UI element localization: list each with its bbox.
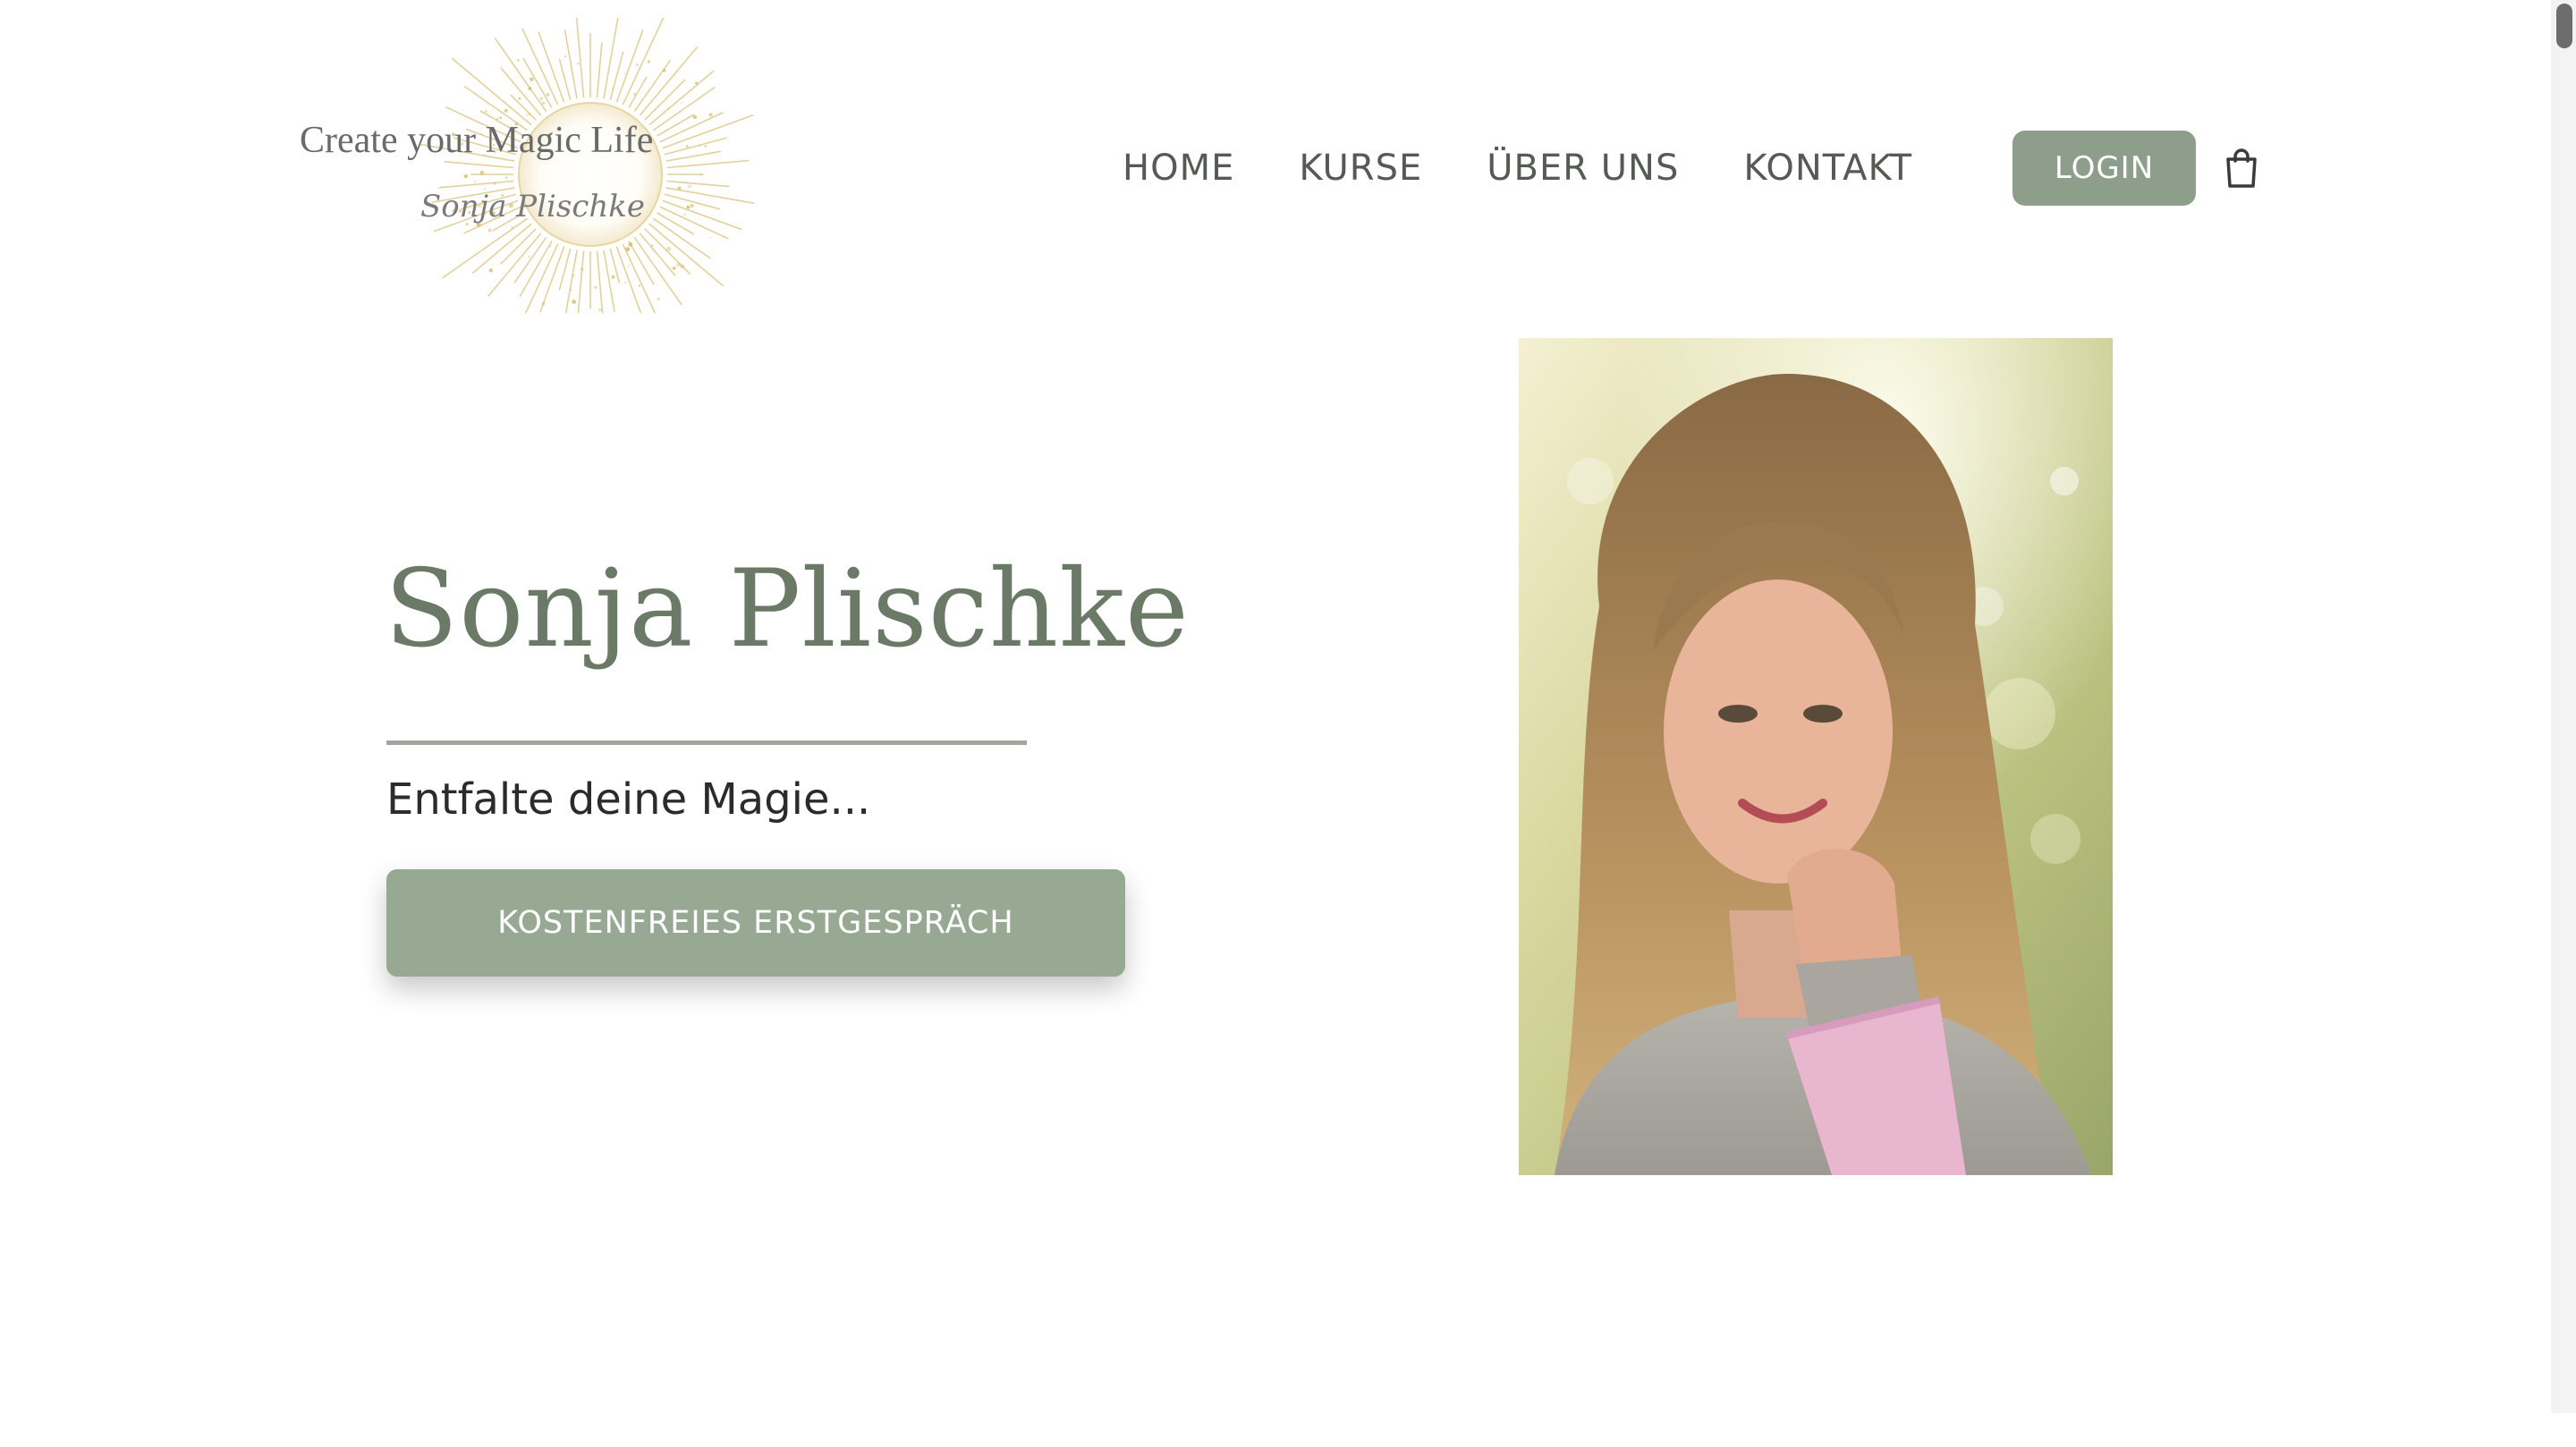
hero-divider	[386, 740, 1027, 745]
hero-title: Sonja Plischke	[385, 547, 1190, 672]
hero-tagline: Entfalte deine Magie...	[386, 774, 871, 825]
site-logo[interactable]: Create your Magic Life Sonja Plischke	[295, 18, 769, 313]
logo-title: Create your Magic Life	[300, 120, 653, 161]
nav-item-kontakt[interactable]: KONTAKT	[1743, 148, 1912, 189]
nav-item-kurse[interactable]: KURSE	[1299, 148, 1422, 189]
sun-burst-logo-icon: Create your Magic Life Sonja Plischke	[300, 18, 755, 313]
nav-item-ueber-uns[interactable]: ÜBER UNS	[1487, 148, 1679, 189]
page-scrollbar[interactable]	[2551, 0, 2576, 1413]
login-button[interactable]: LOGIN	[2012, 131, 2196, 206]
page: Create your Magic Life Sonja Plischke HO…	[0, 0, 2576, 1447]
main-nav: HOME KURSE ÜBER UNS KONTAKT	[1123, 132, 1977, 204]
scrollbar-thumb[interactable]	[2556, 4, 2572, 48]
shopping-bag-icon[interactable]	[2224, 148, 2259, 188]
logo-subtitle: Sonja Plischke	[420, 189, 645, 224]
free-consultation-button[interactable]: KOSTENFREIES ERSTGESPRÄCH	[386, 869, 1125, 977]
nav-item-home[interactable]: HOME	[1123, 148, 1234, 189]
portrait-photo	[1519, 338, 2113, 1175]
